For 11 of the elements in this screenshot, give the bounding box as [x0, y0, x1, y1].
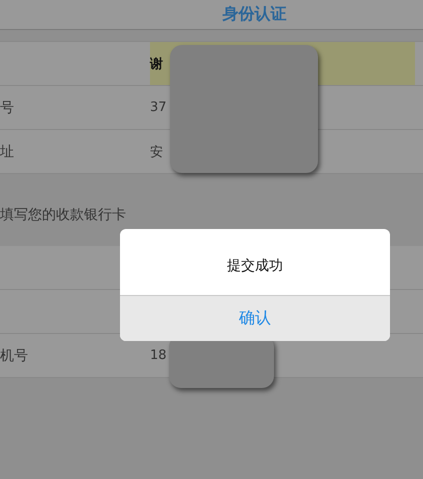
page-title: 身份认证	[222, 4, 286, 25]
field-value[interactable]: 37	[150, 100, 167, 115]
dialog-message: 提交成功	[227, 257, 283, 275]
field-label: 机号	[0, 346, 29, 364]
field-value[interactable]: 安	[150, 142, 163, 160]
field-value[interactable]: 谢	[150, 54, 163, 72]
field-label: 号	[0, 98, 15, 116]
field-label: 址	[0, 142, 15, 160]
field-value[interactable]: 18	[150, 348, 167, 363]
confirm-button[interactable]: 确认	[120, 296, 390, 341]
section-title: 填写您的收款银行卡	[0, 206, 126, 224]
